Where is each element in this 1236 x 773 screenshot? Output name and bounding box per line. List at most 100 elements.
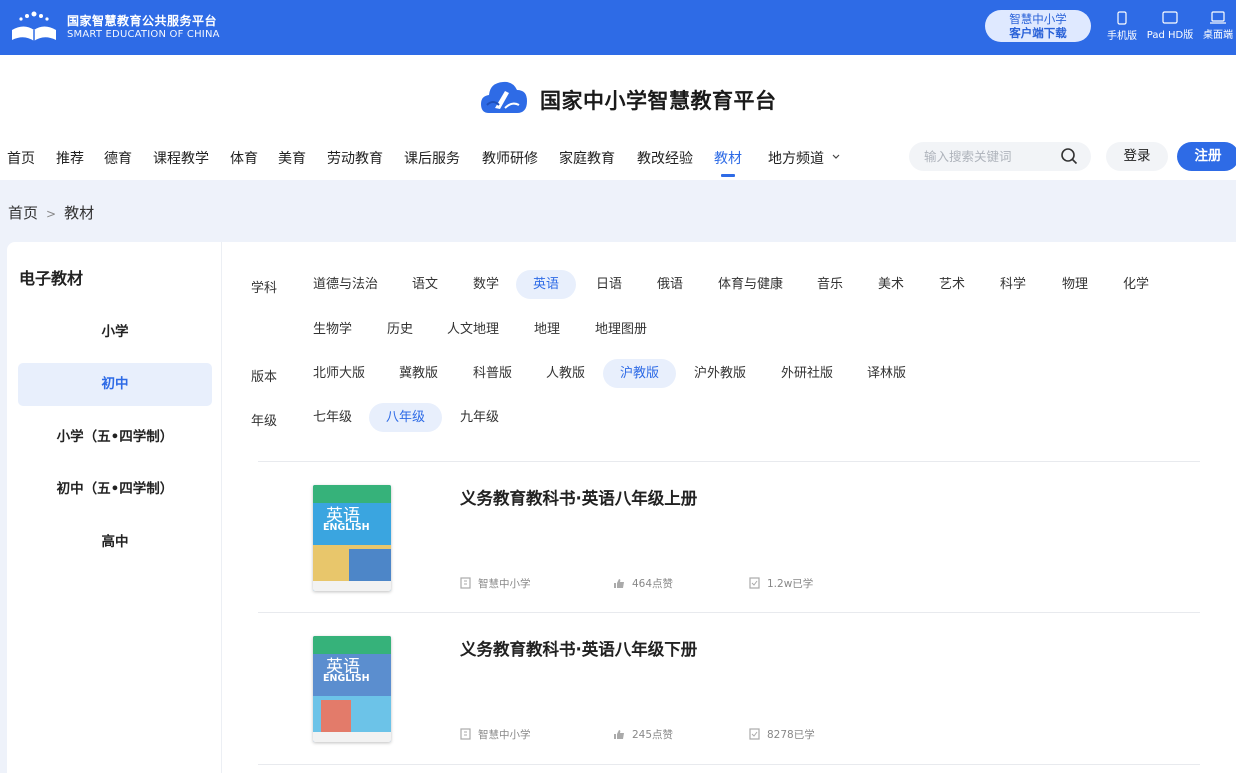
grade-chip[interactable]: 九年级: [443, 403, 516, 432]
subject-chip[interactable]: 科学: [983, 270, 1043, 299]
subject-chip[interactable]: 生物学: [296, 315, 369, 344]
breadcrumb-separator: >: [46, 207, 57, 221]
nav-arts[interactable]: 美育: [278, 148, 306, 168]
nav-reform[interactable]: 教改经验: [637, 148, 693, 168]
chevron-down-icon: [833, 154, 840, 159]
subject-chip[interactable]: 艺术: [922, 270, 982, 299]
device-pad[interactable]: Pad HD版: [1145, 11, 1195, 41]
org-brand[interactable]: 国家智慧教育公共服务平台 SMART EDUCATION OF CHINA: [67, 14, 220, 42]
nav-family[interactable]: 家庭教育: [559, 148, 615, 168]
grade-chip-active[interactable]: 八年级: [369, 403, 443, 432]
nav-courses[interactable]: 课程教学: [153, 148, 209, 168]
book-card[interactable]: 英语 ENGLISH 义务教育教科书·英语八年级上册 智慧中小学 464点赞 1…: [258, 462, 1200, 612]
breadcrumb-home[interactable]: 首页: [8, 204, 38, 222]
subject-chip[interactable]: 语文: [395, 270, 455, 299]
device-phone[interactable]: 手机版: [1102, 11, 1142, 42]
building-icon: [460, 577, 471, 589]
book-publisher-text: 智慧中小学: [478, 729, 531, 741]
subject-chip[interactable]: 道德与法治: [296, 270, 395, 299]
thumbs-up-icon: [614, 579, 624, 588]
cover-subtitle: ENGLISH: [323, 673, 370, 684]
edition-chip[interactable]: 外研社版: [764, 359, 850, 388]
sidebar-item-senior[interactable]: 高中: [18, 521, 212, 564]
register-button[interactable]: 注册: [1177, 142, 1236, 171]
org-name: 国家智慧教育公共服务平台: [67, 14, 218, 28]
cloud-book-logo-icon: [481, 81, 527, 113]
device-pad-label: Pad HD版: [1146, 30, 1194, 41]
nav-sports[interactable]: 体育: [230, 148, 258, 168]
edition-chip[interactable]: 译林版: [850, 359, 923, 388]
cover-subtitle: ENGLISH: [323, 522, 370, 533]
subject-chip[interactable]: 历史: [370, 315, 430, 344]
sidebar-item-primary[interactable]: 小学: [18, 311, 212, 354]
main-content: 学科 道德与法治 语文 数学 英语 日语 俄语 体育与健康 音乐 美术 艺术 科…: [222, 242, 1236, 773]
subject-label: 学科: [251, 281, 278, 296]
thumbs-up-icon: [614, 730, 624, 739]
cover-illustration-2: [321, 700, 351, 732]
nav-teacher-training[interactable]: 教师研修: [482, 148, 538, 168]
sidebar-title: 电子教材: [19, 269, 84, 288]
subject-chip[interactable]: 地理图册: [578, 315, 664, 344]
cover-footer: [313, 581, 391, 591]
platform-title: 国家中小学智慧教育平台: [540, 89, 777, 113]
book-cover[interactable]: 英语 ENGLISH: [313, 485, 391, 591]
edition-chip[interactable]: 沪外教版: [677, 359, 763, 388]
subject-chip[interactable]: 美术: [861, 270, 921, 299]
book-title[interactable]: 义务教育教科书·英语八年级上册: [460, 485, 697, 509]
book-learners: 8278已学: [749, 727, 815, 742]
device-phone-label: 手机版: [1107, 31, 1137, 42]
edition-chip[interactable]: 冀教版: [382, 359, 455, 388]
nav-after-school[interactable]: 课后服务: [404, 148, 460, 168]
main-nav: 首页 推荐 德育 课程教学 体育 美育 劳动教育 课后服务 教师研修 家庭教育 …: [0, 148, 860, 177]
nav-local-channel[interactable]: 地方频道: [768, 148, 841, 168]
study-record-icon: [749, 728, 760, 740]
subject-chip[interactable]: 日语: [579, 270, 639, 299]
book-likes: 245点赞: [613, 727, 673, 742]
platform-logo-icon: [12, 11, 56, 41]
tablet-icon: [1162, 11, 1178, 24]
nav-home[interactable]: 首页: [7, 148, 35, 168]
nav-labor[interactable]: 劳动教育: [327, 148, 383, 168]
book-card[interactable]: 英语 ENGLISH 义务教育教科书·英语八年级下册 智慧中小学 245点赞 8…: [258, 613, 1200, 763]
subject-chip[interactable]: 化学: [1106, 270, 1166, 299]
breadcrumb-current: 教材: [64, 204, 95, 222]
book-title[interactable]: 义务教育教科书·英语八年级下册: [460, 636, 697, 660]
search-box: [909, 142, 1091, 171]
edition-chip[interactable]: 人教版: [529, 359, 602, 388]
client-download-button[interactable]: 智慧中小学 客户端下载: [985, 10, 1091, 42]
nav-textbooks[interactable]: 教材: [714, 148, 742, 177]
book-publisher: 智慧中小学: [460, 727, 531, 742]
book-learners-text: 8278已学: [767, 729, 815, 741]
edition-label: 版本: [251, 370, 278, 385]
book-publisher-text: 智慧中小学: [478, 578, 531, 590]
subject-chip[interactable]: 人文地理: [430, 315, 516, 344]
search-input[interactable]: [924, 147, 1054, 166]
divider: [258, 764, 1200, 765]
book-publisher: 智慧中小学: [460, 576, 531, 591]
sidebar-item-junior-54[interactable]: 初中（五•四学制）: [18, 468, 212, 511]
subject-chip[interactable]: 数学: [456, 270, 516, 299]
nav-moral[interactable]: 德育: [104, 148, 132, 168]
download-line1: 智慧中小学: [1009, 12, 1067, 26]
login-button[interactable]: 登录: [1106, 142, 1168, 171]
edition-chip-active[interactable]: 沪教版: [603, 359, 677, 388]
top-bar: 国家智慧教育公共服务平台 SMART EDUCATION OF CHINA 智慧…: [0, 0, 1236, 55]
edition-chip[interactable]: 科普版: [456, 359, 529, 388]
building-icon: [460, 728, 471, 740]
subject-chip-active[interactable]: 英语: [516, 270, 577, 299]
edition-chip[interactable]: 北师大版: [296, 359, 382, 388]
subject-chip[interactable]: 物理: [1045, 270, 1105, 299]
subject-chip[interactable]: 体育与健康: [701, 270, 800, 299]
nav-recommend[interactable]: 推荐: [56, 148, 84, 168]
search-icon[interactable]: [1060, 147, 1078, 165]
subject-chip[interactable]: 地理: [517, 315, 577, 344]
grade-chip[interactable]: 七年级: [296, 403, 369, 432]
device-desktop[interactable]: 桌面端: [1198, 11, 1236, 41]
sidebar-item-junior[interactable]: 初中: [18, 363, 212, 406]
sidebar-item-primary-54[interactable]: 小学（五•四学制）: [18, 416, 212, 459]
subject-chip[interactable]: 音乐: [800, 270, 860, 299]
book-cover[interactable]: 英语 ENGLISH: [313, 636, 391, 742]
book-likes-text: 464点赞: [632, 578, 674, 590]
book-likes-text: 245点赞: [632, 729, 674, 741]
subject-chip[interactable]: 俄语: [640, 270, 700, 299]
